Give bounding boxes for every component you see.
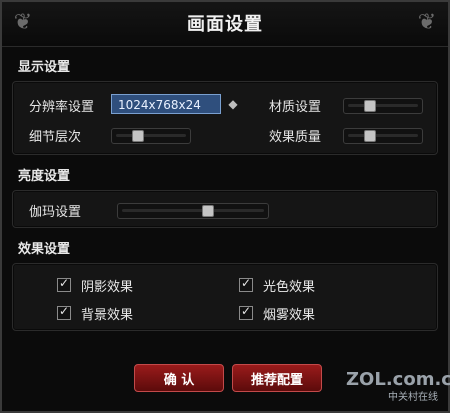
diamond-arrow-icon[interactable]: ◆ (225, 96, 241, 112)
zol-watermark: ZOL.com.cn 中关村在线 (346, 369, 450, 403)
background-effect-checkbox[interactable] (57, 304, 71, 320)
slider-track (122, 209, 264, 212)
window-title: 画面设置 (187, 14, 263, 35)
display-settings-panel: 分辨率设置 1024x768x24 ◆ 材质设置 细节层次 效果质量 (12, 81, 438, 155)
material-slider[interactable] (343, 98, 423, 114)
settings-content: 显示设置 分辨率设置 1024x768x24 ◆ 材质设置 细节层次 效果质量 … (12, 56, 438, 392)
shadow-effect-checkbox[interactable] (57, 276, 71, 292)
section-title-effects: 效果设置 (18, 242, 71, 257)
light-effect-label: 光色效果 (263, 280, 316, 295)
title-bar: ❦ 画面设置 ❦ (2, 2, 448, 47)
slider-thumb[interactable] (364, 130, 376, 142)
watermark-subtitle: 中关村在线 (388, 392, 438, 403)
watermark-domain: ZOL.com.cn (346, 369, 450, 390)
detail-label: 细节层次 (29, 130, 82, 145)
slider-track (348, 134, 418, 137)
effect-quality-label: 效果质量 (269, 130, 322, 145)
background-effect-label: 背景效果 (81, 308, 134, 323)
slider-thumb[interactable] (364, 100, 376, 112)
detail-slider[interactable] (111, 128, 191, 144)
corner-ornament-icon: ❦ (417, 10, 437, 35)
gamma-label: 伽玛设置 (29, 205, 82, 220)
resolution-select[interactable]: 1024x768x24 (111, 94, 221, 114)
confirm-button[interactable]: 确 认 (134, 364, 224, 392)
shadow-effect-label: 阴影效果 (81, 280, 134, 295)
slider-track (116, 134, 186, 137)
slider-track (348, 104, 418, 107)
gamma-slider[interactable] (117, 203, 269, 219)
recommended-settings-button[interactable]: 推荐配置 (232, 364, 322, 392)
smoke-effect-label: 烟雾效果 (263, 308, 316, 323)
section-title-display: 显示设置 (18, 60, 71, 75)
light-effect-checkbox[interactable] (239, 276, 253, 292)
settings-window: ❦ 画面设置 ❦ 显示设置 分辨率设置 1024x768x24 ◆ 材质设置 细… (0, 0, 450, 413)
smoke-effect-checkbox[interactable] (239, 304, 253, 320)
effect-quality-slider[interactable] (343, 128, 423, 144)
section-title-brightness: 亮度设置 (18, 169, 71, 184)
resolution-label: 分辨率设置 (29, 100, 95, 115)
slider-thumb[interactable] (202, 205, 214, 217)
effects-settings-panel: 阴影效果 光色效果 背景效果 烟雾效果 (12, 263, 438, 331)
slider-thumb[interactable] (132, 130, 144, 142)
brightness-settings-panel: 伽玛设置 (12, 190, 438, 228)
material-label: 材质设置 (269, 100, 322, 115)
